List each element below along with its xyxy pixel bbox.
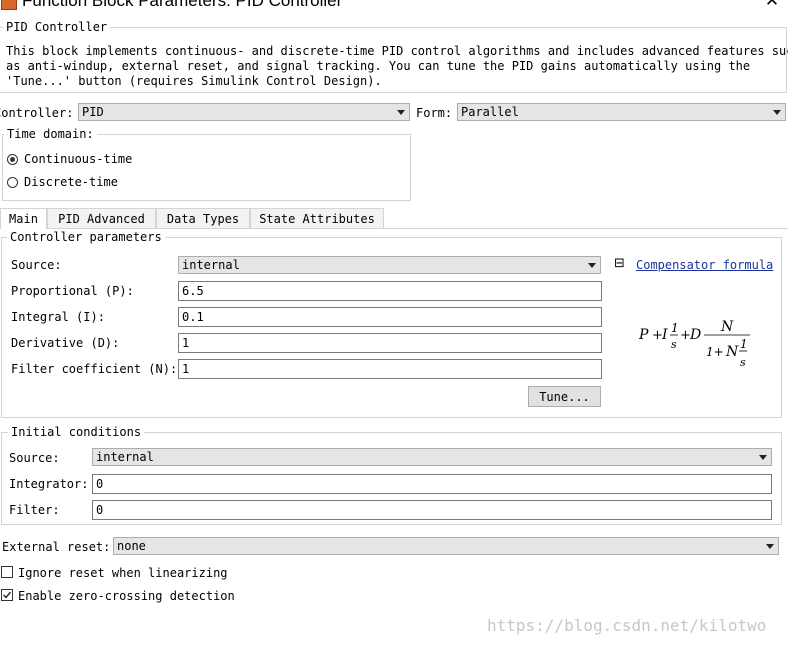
watermark: https://blog.csdn.net/kilotwo <box>487 616 767 635</box>
cp-source-dropdown[interactable]: internal <box>178 256 601 274</box>
tab-main[interactable]: Main <box>0 208 47 229</box>
continuous-time-radio[interactable] <box>7 154 18 165</box>
filter-value: 0 <box>96 503 104 517</box>
compensator-formula-image: P + I 1 s + D N 1+ N 1 s <box>638 319 750 369</box>
filter-coefficient-input[interactable]: 1 <box>178 359 602 379</box>
svg-text:P: P <box>638 327 649 343</box>
window-title: Function Block Parameters: PID Controlle… <box>22 0 343 10</box>
ignore-reset-checkbox[interactable] <box>1 566 13 578</box>
chevron-down-icon <box>397 110 405 115</box>
time-domain-group <box>2 134 411 201</box>
tab-data-types[interactable]: Data Types <box>156 208 250 228</box>
ic-source-label: Source: <box>9 451 60 465</box>
app-icon <box>1 0 17 10</box>
tab-state-attributes[interactable]: State Attributes <box>250 208 384 228</box>
title-bar: Function Block Parameters: PID Controlle… <box>0 0 788 10</box>
integral-value: 0.1 <box>182 310 204 324</box>
proportional-input[interactable]: 6.5 <box>178 281 602 301</box>
svg-text:1+: 1+ <box>706 345 724 359</box>
tab-data-types-label: Data Types <box>166 212 240 226</box>
controller-parameters-legend: Controller parameters <box>7 230 165 244</box>
block-description-line-2: as anti-windup, external reset, and sign… <box>6 59 751 73</box>
block-description-line-3: 'Tune...' button (requires Simulink Cont… <box>6 74 382 88</box>
compensator-formula-link[interactable]: Compensator formula <box>636 258 773 272</box>
ic-source-dropdown[interactable]: internal <box>92 448 772 466</box>
tab-pid-advanced[interactable]: PID Advanced <box>47 208 156 228</box>
external-reset-dropdown[interactable]: none <box>113 537 779 555</box>
block-name: PID Controller <box>3 20 111 34</box>
proportional-label: Proportional (P): <box>11 284 134 298</box>
filter-coefficient-label: Filter coefficient (N): <box>11 362 178 376</box>
tab-panel-border <box>0 228 788 229</box>
tab-pid-advanced-label: PID Advanced <box>58 212 145 226</box>
form-label: Form: <box>416 106 453 120</box>
svg-text:N: N <box>720 319 734 335</box>
ignore-reset-label[interactable]: Ignore reset when linearizing <box>18 566 228 580</box>
discrete-time-radio[interactable] <box>7 177 18 188</box>
tune-button-label: Tune... <box>539 390 590 404</box>
collapse-icon[interactable]: ⊟ <box>614 256 625 272</box>
derivative-input[interactable]: 1 <box>178 333 602 353</box>
form-value: Parallel <box>461 105 519 119</box>
svg-text:1: 1 <box>740 337 748 351</box>
controller-dropdown[interactable]: PID <box>78 103 410 121</box>
tune-button[interactable]: Tune... <box>528 386 601 407</box>
chevron-down-icon <box>759 455 767 460</box>
zero-crossing-checkbox[interactable] <box>1 589 13 601</box>
integrator-input[interactable]: 0 <box>92 474 772 494</box>
derivative-value: 1 <box>182 336 190 350</box>
initial-conditions-legend: Initial conditions <box>8 425 145 439</box>
ic-source-value: internal <box>96 450 154 464</box>
zero-crossing-label[interactable]: Enable zero-crossing detection <box>18 589 235 603</box>
svg-text:s: s <box>671 338 677 351</box>
chevron-down-icon <box>773 110 781 115</box>
close-icon[interactable]: ✕ <box>762 0 782 10</box>
chevron-down-icon <box>588 263 596 268</box>
tab-main-label: Main <box>9 212 38 226</box>
tab-state-attributes-label: State Attributes <box>259 212 375 226</box>
block-description-line-1: This block implements continuous- and di… <box>6 44 788 58</box>
discrete-time-label[interactable]: Discrete-time <box>24 175 118 189</box>
svg-text:I: I <box>661 327 668 343</box>
proportional-value: 6.5 <box>182 284 204 298</box>
integral-label: Integral (I): <box>11 310 105 324</box>
filter-coefficient-value: 1 <box>182 362 190 376</box>
filter-input[interactable]: 0 <box>92 500 772 520</box>
chevron-down-icon <box>766 544 774 549</box>
integrator-label: Integrator: <box>9 477 89 491</box>
continuous-time-label[interactable]: Continuous-time <box>24 152 132 166</box>
svg-text:D: D <box>689 327 701 343</box>
integrator-value: 0 <box>96 477 104 491</box>
svg-text:1: 1 <box>671 321 679 335</box>
form-dropdown[interactable]: Parallel <box>457 103 786 121</box>
external-reset-label: External reset: <box>2 540 111 554</box>
external-reset-value: none <box>117 539 146 553</box>
time-domain-label: Time domain: <box>4 127 97 141</box>
cp-source-value: internal <box>182 258 240 272</box>
checkmark-icon <box>3 591 12 599</box>
svg-text:N: N <box>725 344 739 360</box>
cp-source-label: Source: <box>11 258 62 272</box>
derivative-label: Derivative (D): <box>11 336 120 350</box>
svg-text:s: s <box>740 356 746 369</box>
integral-input[interactable]: 0.1 <box>178 307 602 327</box>
controller-label: Controller: <box>0 106 74 120</box>
controller-value: PID <box>82 105 104 119</box>
filter-label: Filter: <box>9 503 60 517</box>
